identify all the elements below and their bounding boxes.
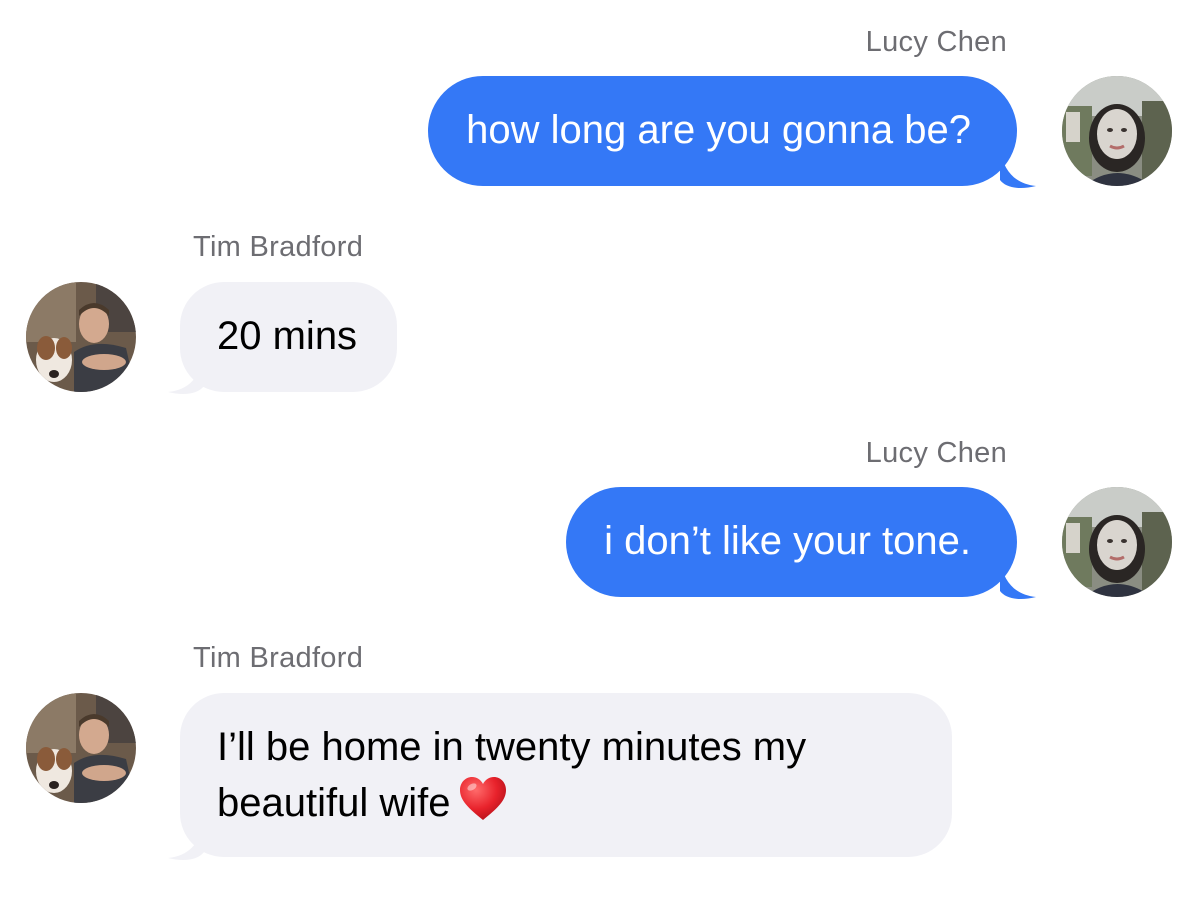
red-heart-icon bbox=[460, 777, 507, 820]
message-text-line: I’ll be home in twenty minutes my bbox=[217, 725, 807, 769]
avatar-tim[interactable] bbox=[26, 693, 136, 803]
message-text: i don’t like your tone. bbox=[604, 519, 971, 563]
message-text: how long are you gonna be? bbox=[466, 108, 971, 152]
message-bubble-incoming[interactable]: I’ll be home in twenty minutes my beauti… bbox=[180, 693, 952, 857]
tim-avatar-photo bbox=[26, 693, 136, 803]
avatar-tim[interactable] bbox=[26, 282, 136, 392]
message-bubble-outgoing[interactable]: how long are you gonna be? bbox=[428, 76, 1017, 186]
sender-name-lucy: Lucy Chen bbox=[865, 26, 1007, 58]
avatar-lucy[interactable] bbox=[1062, 76, 1172, 186]
tim-avatar-photo bbox=[26, 282, 136, 392]
sender-name-tim: Tim Bradford bbox=[193, 642, 364, 674]
message-text-line-with-emoji: beautiful wife bbox=[217, 775, 912, 831]
message-text-line: beautiful wife bbox=[217, 781, 451, 825]
sender-name-lucy: Lucy Chen bbox=[865, 437, 1007, 469]
message-thread: Lucy Chen how long are you gonna be? Tim… bbox=[0, 0, 1200, 910]
sender-name-tim: Tim Bradford bbox=[193, 231, 364, 263]
message-bubble-incoming[interactable]: 20 mins bbox=[180, 282, 398, 392]
message-bubble-outgoing[interactable]: i don’t like your tone. bbox=[566, 487, 1017, 597]
avatar-lucy[interactable] bbox=[1062, 487, 1172, 597]
message-text: 20 mins bbox=[217, 314, 358, 358]
lucy-avatar-photo bbox=[1062, 487, 1172, 597]
bubble-tail-outgoing bbox=[1000, 561, 1036, 599]
bubble-tail-outgoing bbox=[1000, 150, 1036, 188]
lucy-avatar-photo bbox=[1062, 76, 1172, 186]
